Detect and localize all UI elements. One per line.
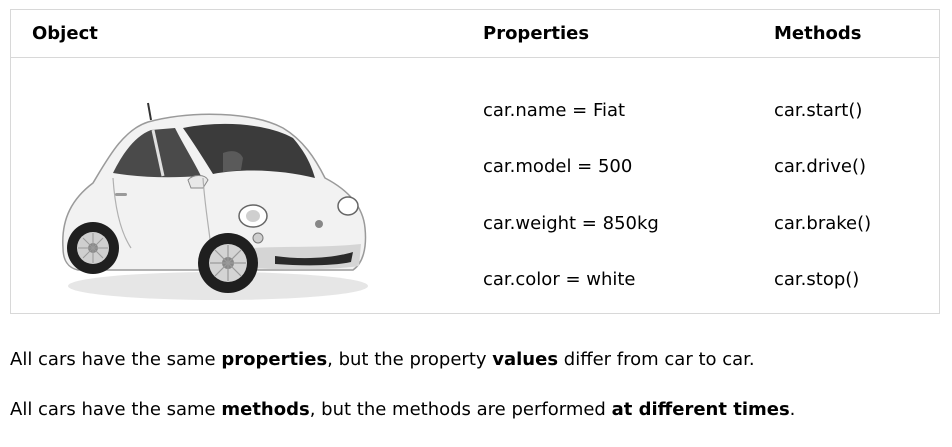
property-weight: car.weight = 850kg xyxy=(483,213,659,234)
text: All cars have the same xyxy=(10,399,222,420)
text: differ from car to car. xyxy=(558,349,755,370)
method-brake: car.brake() xyxy=(774,213,872,234)
header-object: Object xyxy=(32,23,98,44)
bold-text: properties xyxy=(221,349,328,370)
text: , but the property xyxy=(327,349,493,370)
paragraph-methods: All cars have the same methods, but the … xyxy=(10,399,795,421)
bold-text: values xyxy=(492,349,559,370)
property-model: car.model = 500 xyxy=(483,156,633,177)
car-image xyxy=(62,102,368,300)
text: . xyxy=(789,399,796,420)
objects-table: Object Properties Methods car.name = Fia… xyxy=(10,9,940,314)
method-stop: car.stop() xyxy=(774,269,860,290)
method-drive: car.drive() xyxy=(774,156,866,177)
table-header-row: Object Properties Methods xyxy=(11,10,939,58)
text: All cars have the same xyxy=(10,349,222,370)
bold-text: methods xyxy=(221,399,310,420)
method-start: car.start() xyxy=(774,100,863,121)
text: , but the methods are performed xyxy=(309,399,612,420)
property-name: car.name = Fiat xyxy=(483,100,626,121)
bold-text: at different times xyxy=(611,399,790,420)
header-properties: Properties xyxy=(483,23,590,44)
paragraph-properties: All cars have the same properties, but t… xyxy=(10,349,755,371)
property-color: car.color = white xyxy=(483,269,636,290)
header-methods: Methods xyxy=(774,23,862,44)
